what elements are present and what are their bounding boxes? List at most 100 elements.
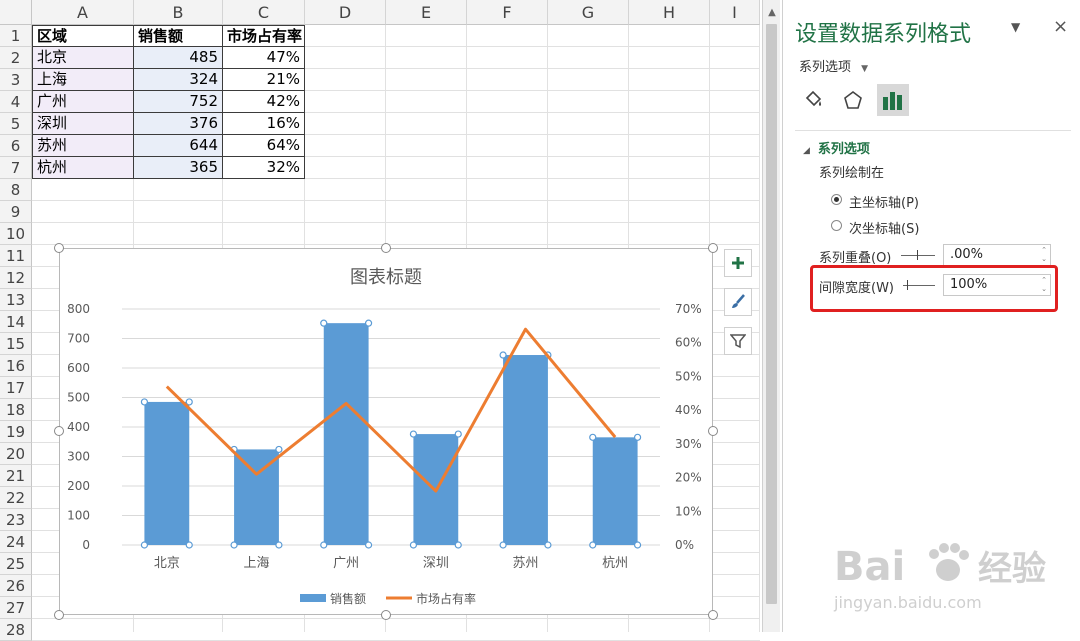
table-cell[interactable]: 42% [223,91,305,113]
row-header[interactable]: 5 [0,113,32,135]
chart-styles-button[interactable] [724,288,752,316]
baidu-jingyan-watermark: Bai 经验 jingyan.baidu.com [833,543,1046,612]
row-header[interactable]: 12 [0,267,32,289]
row-header[interactable]: 9 [0,201,32,223]
row-header[interactable]: 7 [0,157,32,179]
secondary-axis-radio[interactable] [831,220,842,231]
column-header[interactable]: E [386,0,467,25]
table-cell[interactable]: 16% [223,113,305,135]
row-header[interactable]: 14 [0,311,32,333]
pane-options-chevron-icon[interactable]: ▼ [1011,20,1020,34]
table-cell[interactable]: 杭州 [32,157,134,179]
row-header[interactable]: 11 [0,245,32,267]
row-header[interactable]: 20 [0,443,32,465]
bar-selection-handle [454,541,462,549]
chart-title[interactable]: 图表标题 [350,267,422,288]
row-header[interactable]: 16 [0,355,32,377]
row-header[interactable]: 21 [0,465,32,487]
table-cell[interactable]: 47% [223,47,305,69]
chart-handle-e[interactable] [708,426,718,436]
primary-axis-radio[interactable] [831,194,842,205]
column-header[interactable]: B [134,0,223,25]
y-left-tick-label: 600 [67,361,90,375]
chart-handle-sw[interactable] [54,610,64,620]
chart-filters-button[interactable] [724,327,752,355]
row-header[interactable]: 26 [0,575,32,597]
table-cell[interactable]: 324 [134,69,223,91]
row-header[interactable]: 17 [0,377,32,399]
column-header[interactable]: G [548,0,629,25]
column-header[interactable]: A [32,0,134,25]
scroll-thumb[interactable] [766,24,777,604]
table-cell[interactable]: 376 [134,113,223,135]
series-options-dropdown[interactable]: 系列选项 ▼ [799,56,868,75]
bar-selection-handle [230,541,238,549]
row-header[interactable]: 28 [0,619,32,641]
row-header[interactable]: 10 [0,223,32,245]
column-header[interactable]: I [710,0,760,25]
table-cell[interactable]: 北京 [32,47,134,69]
spin-arrows-icon[interactable]: ⌃ ⌄ [1041,246,1047,264]
table-header-cell[interactable]: 市场占有率 [223,25,305,47]
table-cell[interactable]: 752 [134,91,223,113]
table-cell[interactable]: 644 [134,135,223,157]
table-cell[interactable]: 深圳 [32,113,134,135]
row-header[interactable]: 6 [0,135,32,157]
series-overlap-value: .00% [950,247,984,262]
tab-series-options[interactable] [877,84,909,116]
chart-bar [503,355,548,545]
combo-chart[interactable]: 图表标题 0 100 200 300 400 500 600 700 800 0% 10% 20% 30… [59,248,713,615]
grid-line [32,222,760,223]
row-header[interactable]: 2 [0,47,32,69]
table-cell[interactable]: 485 [134,47,223,69]
chart-handle-se[interactable] [708,610,718,620]
table-header-cell[interactable]: 区域 [32,25,134,47]
chart-handle-w[interactable] [54,426,64,436]
scroll-up-icon[interactable]: ▲ [765,6,779,20]
tab-effects[interactable] [837,84,869,116]
row-header[interactable]: 13 [0,289,32,311]
chart-elements-button[interactable] [724,249,752,277]
select-all-corner[interactable] [0,0,32,25]
row-header[interactable]: 24 [0,531,32,553]
row-header[interactable]: 3 [0,69,32,91]
table-cell[interactable]: 上海 [32,69,134,91]
grid-line [32,244,760,245]
chart-handle-s[interactable] [381,610,391,620]
table-cell[interactable]: 365 [134,157,223,179]
row-header[interactable]: 23 [0,509,32,531]
primary-axis-label[interactable]: 主坐标轴(P) [849,192,919,211]
chart-handle-n[interactable] [381,243,391,253]
row-header[interactable]: 27 [0,597,32,619]
tab-fill-line[interactable] [797,84,829,116]
pane-close-button[interactable]: × [1053,16,1068,37]
table-cell[interactable]: 32% [223,157,305,179]
column-header[interactable]: D [305,0,386,25]
table-header-cell[interactable]: 销售额 [134,25,223,47]
row-header[interactable]: 19 [0,421,32,443]
column-header[interactable]: F [467,0,548,25]
row-header[interactable]: 25 [0,553,32,575]
overlap-slider-thumb[interactable] [917,250,918,260]
series-options-section[interactable]: ◢ 系列选项 [803,138,870,157]
table-cell[interactable]: 21% [223,69,305,91]
row-header[interactable]: 22 [0,487,32,509]
row-header[interactable]: 8 [0,179,32,201]
chart-handle-nw[interactable] [54,243,64,253]
overlap-slider-track[interactable] [901,255,935,256]
column-header[interactable]: H [629,0,710,25]
chart-handle-ne[interactable] [708,243,718,253]
worksheet[interactable]: ABCDEFGHI 1 2 3 4 5 6 7 8 9 10 11 12 13 14 15 16 17 18 19 2… [0,0,760,641]
column-header[interactable]: C [223,0,305,25]
row-header[interactable]: 18 [0,399,32,421]
row-header[interactable]: 1 [0,25,32,47]
row-header[interactable]: 4 [0,91,32,113]
table-cell[interactable]: 苏州 [32,135,134,157]
row-header[interactable]: 15 [0,333,32,355]
chart-bar [592,437,638,545]
secondary-axis-label[interactable]: 次坐标轴(S) [849,218,919,237]
vertical-scrollbar[interactable]: ▲ [762,0,780,632]
table-cell[interactable]: 广州 [32,91,134,113]
series-overlap-input[interactable]: .00% ⌃ ⌄ [943,244,1051,266]
table-cell[interactable]: 64% [223,135,305,157]
